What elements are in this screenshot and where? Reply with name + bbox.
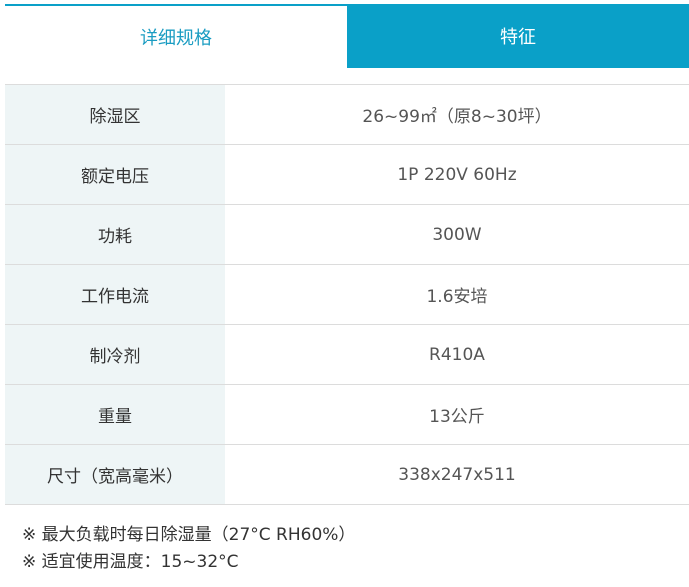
footnote-max-load: ※ 最大负载时每日除湿量（27°C RH60%） (22, 525, 356, 545)
tab-features[interactable]: 特征 (347, 4, 689, 68)
spec-label-weight: 重量 (5, 385, 225, 444)
spec-value-current: 1.6安培 (426, 287, 488, 307)
spec-label-rated-voltage: 额定电压 (5, 145, 225, 204)
spec-value-dimensions: 338x247x511 (398, 464, 516, 485)
spec-page: 详细规格 特征 除湿区 26~99㎡（原8~30坪） 额定电压 1P 220V … (0, 0, 689, 587)
table-row: 除湿区 26~99㎡（原8~30坪） (5, 85, 689, 145)
spec-value-refrigerant: R410A (429, 344, 485, 365)
footnotes: ※ 最大负载时每日除湿量（27°C RH60%） ※ 适宜使用温度：15~32°… (22, 522, 355, 576)
table-row: 尺寸（宽高毫米） 338x247x511 (5, 445, 689, 505)
spec-value-power: 300W (432, 224, 482, 245)
spec-label-power: 功耗 (5, 205, 225, 264)
tab-label: 特征 (500, 27, 536, 48)
spec-value-rated-voltage: 1P 220V 60Hz (397, 164, 517, 185)
tab-bar: 详细规格 特征 (5, 4, 689, 68)
spec-value-dehumidify-area: 26~99㎡（原8~30坪） (362, 107, 552, 127)
spec-label-dehumidify-area: 除湿区 (5, 85, 225, 144)
spec-value-weight: 13公斤 (429, 407, 485, 427)
footnote-temperature: ※ 适宜使用温度：15~32°C (22, 552, 239, 572)
table-row: 额定电压 1P 220V 60Hz (5, 145, 689, 205)
table-row: 重量 13公斤 (5, 385, 689, 445)
table-row: 制冷剂 R410A (5, 325, 689, 385)
spec-label-current: 工作电流 (5, 265, 225, 324)
tab-label: 详细规格 (140, 28, 212, 49)
table-row: 工作电流 1.6安培 (5, 265, 689, 325)
table-row: 功耗 300W (5, 205, 689, 265)
tab-detailed-specs[interactable]: 详细规格 (5, 4, 347, 68)
spec-label-dimensions: 尺寸（宽高毫米） (5, 445, 225, 504)
spec-label-refrigerant: 制冷剂 (5, 325, 225, 384)
spec-table: 除湿区 26~99㎡（原8~30坪） 额定电压 1P 220V 60Hz 功耗 … (5, 84, 689, 505)
